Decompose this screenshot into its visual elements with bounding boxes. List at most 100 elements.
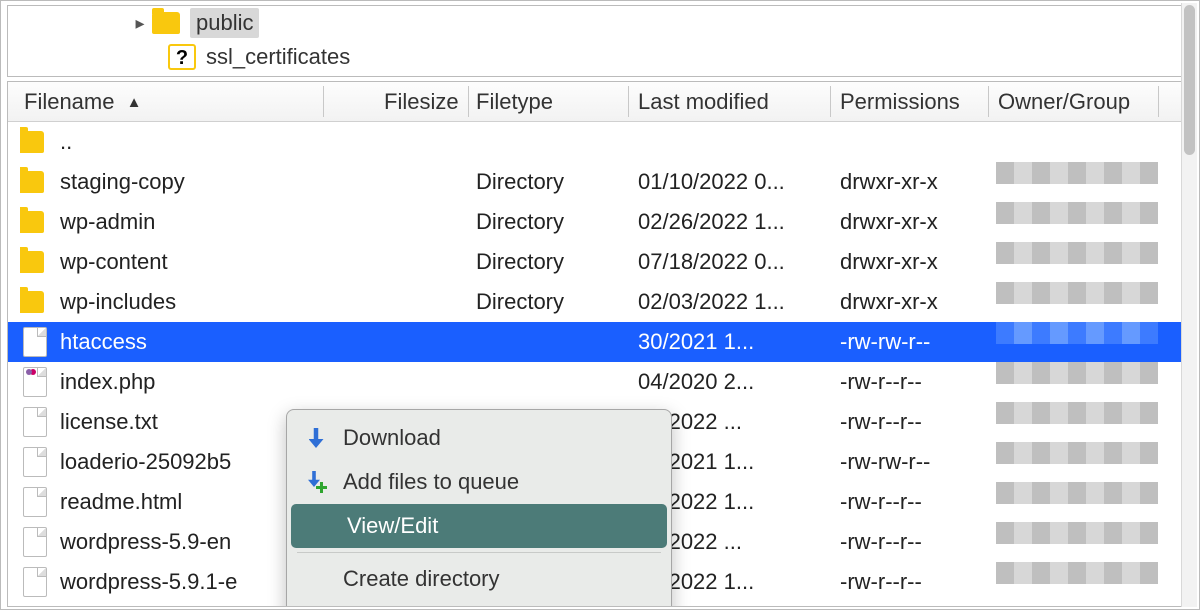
cell-filename[interactable]: wp-admin (20, 202, 460, 242)
cell-owner-group (996, 362, 1166, 402)
filename-label: staging-copy (60, 162, 185, 202)
col-filesize[interactable]: Filesize (384, 82, 459, 122)
redacted-owner-group (996, 242, 1166, 264)
tree-label[interactable]: public (190, 8, 259, 38)
cell-filetype: Directory (476, 162, 626, 202)
table-row[interactable]: wp-includesDirectory02/03/2022 1...drwxr… (8, 282, 1192, 322)
directory-tree[interactable]: ▸ public ? ssl_certificates (7, 5, 1193, 77)
scrollbar-vertical[interactable] (1181, 3, 1197, 607)
scrollbar-thumb[interactable] (1184, 5, 1195, 155)
ctx-view-edit[interactable]: View/Edit (291, 504, 667, 548)
redacted-owner-group (996, 362, 1166, 384)
cell-filename[interactable]: wp-includes (20, 282, 460, 322)
blank-icon (307, 513, 333, 539)
filename-label: readme.html (60, 482, 182, 522)
file-icon (23, 327, 47, 357)
redacted-owner-group (996, 482, 1166, 504)
col-separator[interactable] (628, 86, 629, 117)
tree-item-public[interactable]: ▸ public (8, 6, 1192, 40)
col-filename[interactable]: Filename ▲ (24, 82, 141, 122)
table-row[interactable]: htaccess30/2021 1...-rw-rw-r-- (8, 322, 1192, 362)
cell-owner-group (996, 442, 1166, 482)
col-filetype[interactable]: Filetype (476, 82, 553, 122)
ctx-add-to-queue[interactable]: Add files to queue (287, 460, 671, 504)
table-row[interactable]: wp-adminDirectory02/26/2022 1...drwxr-xr… (8, 202, 1192, 242)
cell-filename[interactable]: .. (20, 122, 460, 162)
redacted-owner-group (996, 322, 1166, 344)
unknown-folder-icon: ? (168, 44, 196, 70)
col-permissions[interactable]: Permissions (840, 82, 960, 122)
cell-filename[interactable]: htaccess (20, 322, 460, 362)
ctx-item-label: Download (343, 425, 441, 451)
cell-permissions: -rw-r--r-- (840, 362, 990, 402)
cell-owner-group (996, 202, 1166, 242)
tree-label[interactable]: ssl_certificates (206, 44, 350, 70)
folder-icon (152, 12, 180, 34)
col-separator[interactable] (988, 86, 989, 117)
cell-permissions: -rw-r--r-- (840, 482, 990, 522)
file-icon (23, 487, 47, 517)
cell-permissions: -rw-rw-r-- (840, 322, 990, 362)
table-row[interactable]: staging-copy Directory 01/10/2022 0...drwx… (8, 162, 1192, 202)
cell-filetype: Directory (476, 202, 626, 242)
cell-owner-group (996, 282, 1166, 322)
folder-icon (20, 131, 44, 153)
cell-last-modified: 02/03/2022 1... (638, 282, 838, 322)
filename-label: wp-content (60, 242, 168, 282)
cell-last-modified (638, 122, 838, 162)
file-manager-window: ▸ public ? ssl_certificates Filename ▲ F… (0, 0, 1200, 610)
cell-last-modified: 07/18/2022 0... (638, 242, 838, 282)
col-separator[interactable] (830, 86, 831, 117)
file-icon (23, 407, 47, 437)
cell-permissions: drwxr-xr-x (840, 242, 990, 282)
filename-label: license.txt (60, 402, 158, 442)
ctx-create-directory[interactable]: Create directory (287, 557, 671, 601)
add-to-queue-icon (303, 469, 329, 495)
cell-filename[interactable]: wp-content (20, 242, 460, 282)
col-lastmodified[interactable]: Last modified (638, 82, 769, 122)
filename-label: wordpress-5.9-en (60, 522, 231, 562)
cell-last-modified: 02/26/2022 1... (638, 202, 838, 242)
tree-item-ssl[interactable]: ? ssl_certificates (8, 40, 1192, 74)
cell-filetype (476, 322, 626, 362)
redacted-owner-group (996, 562, 1166, 584)
cell-last-modified: 04/2020 2... (638, 362, 838, 402)
ctx-create-directory-enter[interactable]: Create directory and enter it (287, 601, 671, 607)
redacted-owner-group (996, 402, 1166, 424)
expand-arrow-icon[interactable]: ▸ (128, 13, 152, 34)
cell-filetype: Directory (476, 242, 626, 282)
file-list-panel: Filename ▲ Filesize Filetype Last modifi… (7, 81, 1193, 607)
folder-icon (20, 291, 44, 313)
table-row[interactable]: index.php 04/2020 2...-rw-r--r-- (8, 362, 1192, 402)
cell-owner-group (996, 162, 1166, 202)
redacted-owner-group (996, 162, 1166, 184)
folder-icon (20, 171, 44, 193)
col-owner-group[interactable]: Owner/Group (998, 82, 1130, 122)
folder-icon (20, 211, 44, 233)
cell-permissions: drwxr-xr-x (840, 162, 990, 202)
ctx-item-label: View/Edit (347, 513, 438, 539)
download-icon (303, 425, 329, 451)
cell-filetype (476, 122, 626, 162)
redacted-owner-group (996, 202, 1166, 224)
column-headers[interactable]: Filename ▲ Filesize Filetype Last modifi… (8, 82, 1192, 122)
col-separator[interactable] (1158, 86, 1159, 117)
cell-permissions: -rw-rw-r-- (840, 442, 990, 482)
col-separator[interactable] (323, 86, 324, 117)
cell-filename[interactable]: staging-copy (20, 162, 460, 202)
blank-icon (303, 566, 329, 592)
file-icon (23, 527, 47, 557)
col-separator[interactable] (468, 86, 469, 117)
cell-owner-group (996, 522, 1166, 562)
filename-label: loaderio-25092b5 (60, 442, 231, 482)
filename-label: htaccess (60, 322, 147, 362)
redacted-owner-group (996, 522, 1166, 544)
context-menu[interactable]: Download Add files to queue View/Edit Cr… (286, 409, 672, 607)
cell-last-modified: 01/10/2022 0... (638, 162, 838, 202)
table-row[interactable]: .. (8, 122, 1192, 162)
ctx-download[interactable]: Download (287, 416, 671, 460)
folder-icon (20, 251, 44, 273)
cell-filename[interactable]: index.php (20, 362, 460, 402)
cell-filetype: Directory (476, 282, 626, 322)
table-row[interactable]: wp-content Directory 07/18/2022 0...drwxr-… (8, 242, 1192, 282)
